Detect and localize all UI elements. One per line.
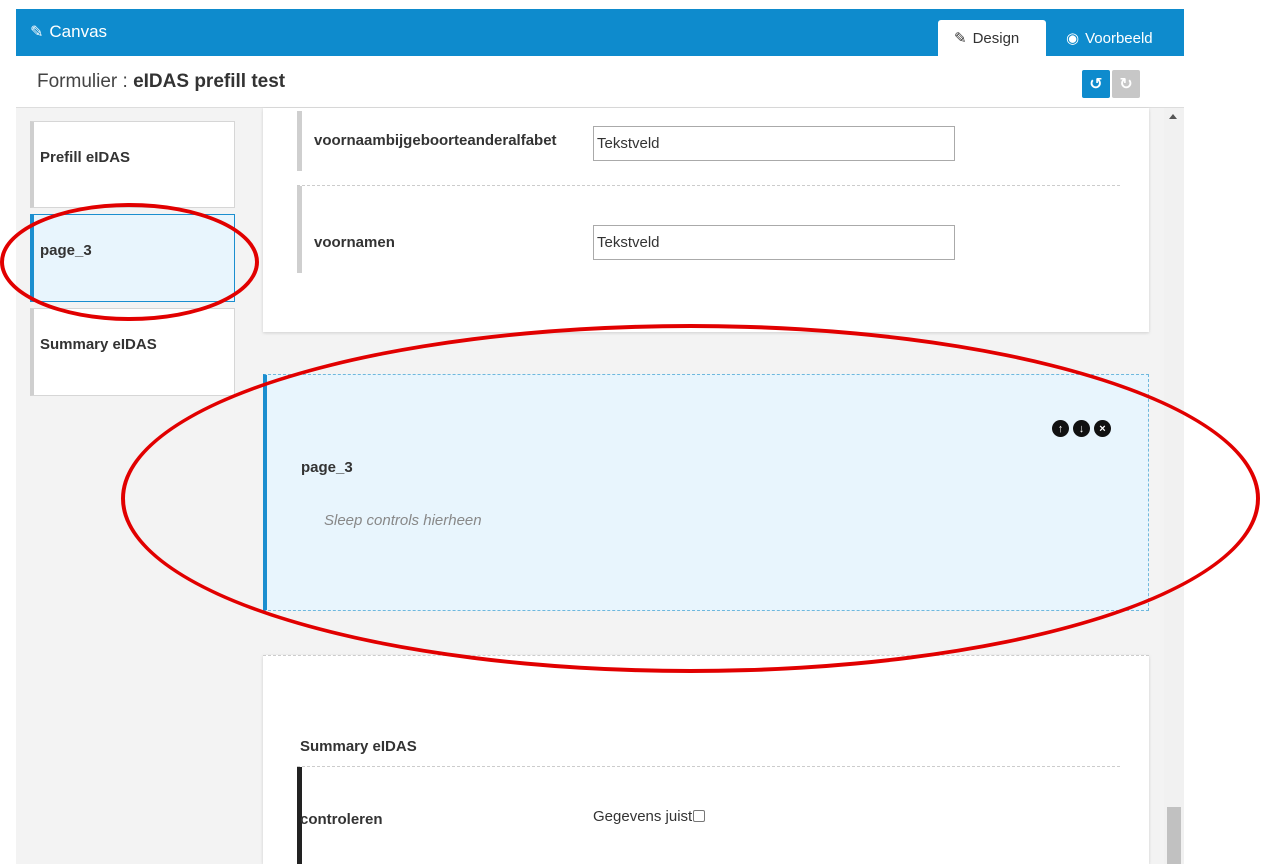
page-list-item-prefill-eidas[interactable]: Prefill eIDAS xyxy=(30,121,235,208)
redo-button[interactable]: ↻ xyxy=(1112,70,1140,98)
page-list-label: page_3 xyxy=(40,242,92,259)
tab-design[interactable]: ✎ Design xyxy=(938,20,1046,56)
checkbox-field[interactable]: Gegevens juist xyxy=(593,808,706,825)
page-card-selected[interactable]: ↑ ↓ × page_3 Sleep controls hierheen xyxy=(263,374,1149,611)
page-title: Summary eIDAS xyxy=(300,738,417,755)
page-list-label: Summary eIDAS xyxy=(40,336,157,353)
edit-icon: ✎ xyxy=(30,24,44,41)
tab-design-label: Design xyxy=(972,29,1020,47)
checkbox-label: Gegevens juist xyxy=(593,808,693,825)
tab-preview[interactable]: ◉ Voorbeeld xyxy=(1050,20,1184,56)
divider xyxy=(297,766,1120,767)
tab-preview-label: Voorbeeld xyxy=(1085,29,1153,47)
app-title-label: Canvas xyxy=(49,22,108,41)
app-title: ✎ Canvas xyxy=(30,22,107,42)
field-name: voornamen xyxy=(314,234,395,251)
vertical-scrollbar[interactable] xyxy=(1164,108,1184,864)
redo-icon: ↻ xyxy=(1119,76,1133,93)
field-drag-handle[interactable] xyxy=(297,186,302,273)
page-card-summary: Summary eIDAS controleren Gegevens juist xyxy=(263,655,1149,864)
edit-icon: ✎ xyxy=(954,30,967,47)
page-list-item-summary-eidas[interactable]: Summary eIDAS xyxy=(30,308,235,396)
page-controls: ↑ ↓ × xyxy=(1052,420,1111,437)
field-drag-handle[interactable] xyxy=(297,111,302,171)
form-name: eIDAS prefill test xyxy=(133,71,286,92)
form-header: Formulier : eIDAS prefill test ↺ ↻ xyxy=(16,56,1184,108)
form-title: Formulier : eIDAS prefill test xyxy=(37,71,285,93)
scroll-thumb[interactable] xyxy=(1167,807,1181,864)
eye-icon: ◉ xyxy=(1066,30,1080,47)
page-card-prefill: voornaambijgeboorteanderalfabet Tekstvel… xyxy=(263,108,1149,332)
arrow-down-icon[interactable]: ↓ xyxy=(1073,420,1090,437)
undo-button[interactable]: ↺ xyxy=(1082,70,1110,98)
top-bar: ✎ Canvas ✎ Design ◉ Voorbeeld xyxy=(16,9,1184,56)
form-title-prefix: Formulier : xyxy=(37,71,134,92)
field-row[interactable]: voornaambijgeboorteanderalfabet Tekstvel… xyxy=(297,111,1120,171)
page-title: page_3 xyxy=(301,459,353,476)
field-name: voornaambijgeboorteanderalfabet xyxy=(314,132,557,149)
close-icon[interactable]: × xyxy=(1094,420,1111,437)
text-field-preview[interactable]: Tekstveld xyxy=(593,126,955,161)
undo-icon: ↺ xyxy=(1089,76,1103,93)
page-list-item-page-3[interactable]: page_3 xyxy=(30,214,235,302)
scroll-up-icon[interactable] xyxy=(1169,114,1177,119)
drop-hint: Sleep controls hierheen xyxy=(324,512,482,529)
arrow-up-icon[interactable]: ↑ xyxy=(1052,420,1069,437)
checkbox[interactable] xyxy=(693,810,706,822)
field-name: controleren xyxy=(300,811,383,828)
field-row[interactable]: voornamen Tekstveld xyxy=(297,186,1120,273)
page-list-label: Prefill eIDAS xyxy=(40,149,131,166)
text-field-preview[interactable]: Tekstveld xyxy=(593,225,955,260)
